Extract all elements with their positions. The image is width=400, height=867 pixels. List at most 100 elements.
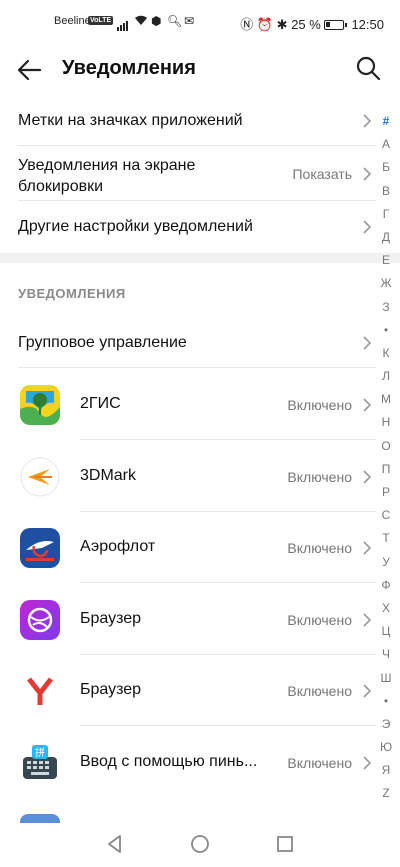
2gis-icon	[20, 385, 60, 425]
alphabet-index-letter[interactable]: Д	[378, 226, 394, 249]
navigation-bar	[0, 823, 400, 867]
alarm-icon: ⏰	[256, 17, 274, 32]
chevron-right-icon	[363, 167, 372, 181]
alphabet-index-letter[interactable]: А	[378, 133, 394, 156]
page-title: Уведомления	[62, 57, 196, 79]
alphabet-index-letter[interactable]: Z	[378, 782, 394, 805]
search-icon	[356, 56, 381, 81]
app-status: Включено	[287, 397, 352, 413]
wifi-icon	[134, 14, 148, 29]
app-name: Браузер	[80, 610, 142, 627]
app-name: 2ГИС	[80, 395, 121, 412]
setting-label-line2: блокировки	[18, 178, 104, 195]
app-row-huawei-browser[interactable]: Браузер Включено	[0, 584, 376, 655]
alphabet-index-letter[interactable]: #	[378, 110, 394, 133]
app-name: Аэрофлот	[80, 538, 156, 555]
divider	[80, 582, 376, 583]
carrier-name: Beeline	[54, 15, 91, 27]
divider	[80, 725, 376, 726]
status-right: Ⓝ ⏰ ✱ 25 % 12:50	[240, 14, 384, 33]
nav-recents-icon[interactable]	[274, 833, 296, 855]
app-name: 3DMark	[80, 467, 137, 484]
alphabet-index-letter[interactable]: Ц	[378, 620, 394, 643]
setting-other-notifications[interactable]: Другие настройки уведомлений	[0, 202, 376, 252]
alphabet-index[interactable]: # А Б В Г Д Е Ж З • К Л М Н О П Р С Т У Ф Х Ц Ч Ш • Э Ю Я Z	[378, 110, 394, 806]
search-button[interactable]	[354, 54, 382, 82]
alphabet-index-letter[interactable]: М	[378, 388, 394, 411]
battery-percent: 25 %	[291, 17, 321, 32]
setting-lock-screen[interactable]: Уведомления на экране блокировки Показать	[0, 147, 376, 201]
volte-badge: VoLTE	[88, 16, 114, 25]
alphabet-index-letter[interactable]: С	[378, 504, 394, 527]
setting-label: Уведомления на экране блокировки	[18, 155, 195, 197]
alphabet-index-letter[interactable]: Я	[378, 759, 394, 782]
alphabet-index-letter[interactable]: Ф	[378, 574, 394, 597]
nav-back-icon[interactable]	[104, 833, 126, 855]
chevron-right-icon	[363, 398, 372, 412]
setting-value: Показать	[292, 166, 352, 182]
alphabet-index-letter[interactable]: Г	[378, 203, 394, 226]
group-management-label: Групповое управление	[18, 334, 187, 351]
chevron-right-icon	[363, 756, 372, 770]
alphabet-index-letter[interactable]: Т	[378, 527, 394, 550]
3dmark-icon	[20, 457, 60, 497]
alphabet-index-letter[interactable]: Ч	[378, 643, 394, 666]
setting-label: Метки на значках приложений	[18, 112, 243, 129]
app-status: Включено	[287, 540, 352, 556]
divider	[18, 145, 376, 146]
battery-icon	[323, 20, 347, 30]
app-row-pinyin[interactable]: 拼 Ввод с помощью пинь... Включено	[0, 727, 376, 798]
alphabet-index-letter[interactable]: О	[378, 435, 394, 458]
alphabet-index-letter[interactable]: П	[378, 458, 394, 481]
alphabet-index-letter[interactable]: Л	[378, 365, 394, 388]
huawei-browser-icon	[20, 600, 60, 640]
alphabet-index-letter[interactable]: Х	[378, 597, 394, 620]
back-button[interactable]	[14, 54, 46, 86]
section-title: УВЕДОМЛЕНИЯ	[18, 286, 126, 301]
alphabet-index-letter[interactable]: Ш	[378, 667, 394, 690]
setting-app-badges[interactable]: Метки на значках приложений	[0, 96, 376, 146]
alphabet-index-letter[interactable]: Р	[378, 481, 394, 504]
app-name: Браузер	[80, 681, 142, 698]
alphabet-index-letter[interactable]: К	[378, 342, 394, 365]
alphabet-index-letter[interactable]: Е	[378, 249, 394, 272]
signal-icon	[117, 16, 129, 31]
alphabet-index-letter[interactable]: З	[378, 296, 394, 319]
status-bar: Beeline VoLTE ⬢ 🔍︎ ✉ Ⓝ ⏰ ✱ 25 % 12:50	[0, 0, 400, 46]
alphabet-index-letter[interactable]: В	[378, 180, 394, 203]
app-row-aeroflot[interactable]: Аэрофлот Включено	[0, 512, 376, 583]
app-status: Включено	[287, 612, 352, 628]
group-management-row[interactable]: Групповое управление	[0, 318, 376, 368]
aeroflot-icon	[20, 528, 60, 568]
clock: 12:50	[351, 17, 384, 32]
pinyin-keyboard-icon: 拼	[23, 745, 57, 779]
section-gap	[0, 253, 400, 263]
chevron-right-icon	[363, 220, 372, 234]
app-row-2gis[interactable]: 2ГИС Включено	[0, 369, 376, 440]
chevron-right-icon	[363, 114, 372, 128]
alphabet-index-letter[interactable]: Н	[378, 411, 394, 434]
mail-icon: ✉	[184, 14, 195, 28]
app-header: Уведомления	[0, 46, 400, 94]
chevron-right-icon	[363, 470, 372, 484]
alphabet-index-letter[interactable]: Ж	[378, 272, 394, 295]
alphabet-index-letter[interactable]: Ю	[378, 736, 394, 759]
app-status: Включено	[287, 469, 352, 485]
alphabet-index-letter[interactable]: •	[378, 690, 394, 713]
alphabet-index-letter[interactable]: •	[378, 319, 394, 342]
chevron-right-icon	[363, 336, 372, 350]
alphabet-index-letter[interactable]: Б	[378, 156, 394, 179]
setting-label: Другие настройки уведомлений	[18, 218, 253, 235]
divider	[18, 367, 376, 368]
alphabet-index-letter[interactable]: Э	[378, 713, 394, 736]
divider	[18, 200, 376, 201]
app-status: Включено	[287, 755, 352, 771]
alphabet-index-letter[interactable]: У	[378, 551, 394, 574]
svg-text:拼: 拼	[35, 746, 45, 759]
bluetooth-icon: ✱	[276, 17, 288, 32]
app-row-yandex-browser[interactable]: Браузер Включено	[0, 655, 376, 726]
app-row-3dmark[interactable]: 3DMark Включено	[0, 441, 376, 512]
app-status: Включено	[287, 683, 352, 699]
nav-home-icon[interactable]	[189, 833, 211, 855]
app-name: Ввод с помощью пинь...	[80, 753, 258, 770]
